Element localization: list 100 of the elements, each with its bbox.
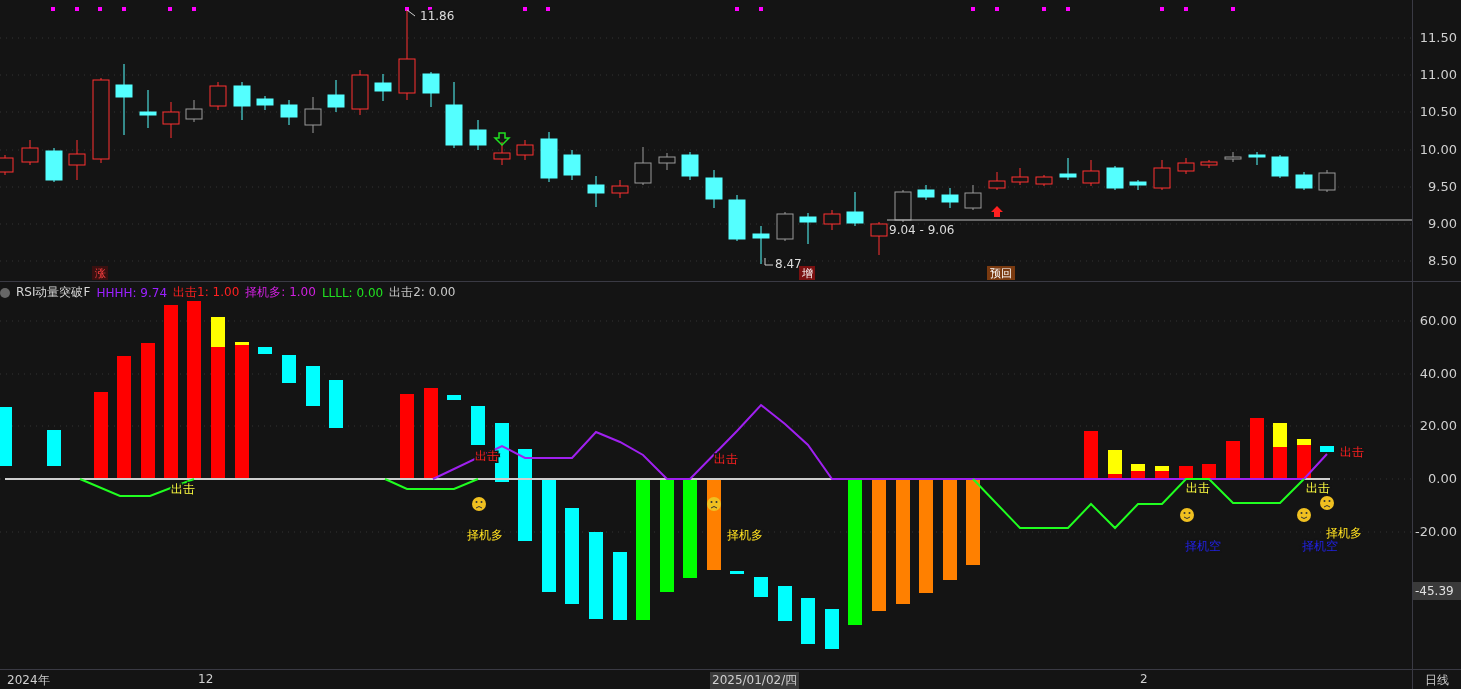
axis-label: -20.00 bbox=[1415, 524, 1457, 539]
candle bbox=[658, 152, 676, 171]
indicator-bar bbox=[1084, 431, 1098, 479]
collapse-icon[interactable] bbox=[0, 287, 10, 298]
legend-value: LLLL: 0.00 bbox=[321, 285, 384, 300]
candle bbox=[162, 101, 180, 139]
date-label: 2024年 bbox=[6, 672, 51, 689]
indicator-title: RSI动量突破F bbox=[16, 284, 91, 301]
axis-label: 40.00 bbox=[1419, 366, 1457, 381]
candle bbox=[563, 149, 581, 181]
indicator-bar bbox=[1273, 423, 1287, 479]
signal-label: 择机多 bbox=[467, 528, 503, 542]
signal-tag: 增 bbox=[799, 266, 815, 280]
axis-label: 11.00 bbox=[1419, 67, 1457, 82]
legend-value: 出击2: 0.00 bbox=[389, 284, 456, 301]
candle bbox=[681, 151, 699, 181]
candle bbox=[917, 184, 935, 201]
candle bbox=[1224, 151, 1242, 163]
frown-icon bbox=[472, 497, 486, 511]
indicator-bar bbox=[471, 406, 485, 445]
indicator-bar bbox=[306, 366, 320, 406]
indicator-bar bbox=[447, 395, 461, 400]
candle bbox=[752, 225, 770, 265]
candle bbox=[988, 171, 1006, 191]
candle bbox=[728, 194, 746, 242]
indicator-bar bbox=[0, 407, 12, 466]
candle bbox=[374, 73, 392, 102]
date-label: 2 bbox=[1139, 672, 1149, 686]
indicator-bar bbox=[825, 609, 839, 649]
signal-label: 出击 bbox=[714, 452, 738, 466]
candle bbox=[1295, 171, 1313, 191]
legend-value: 择机多: 1.00 bbox=[245, 284, 316, 301]
indicator-bar bbox=[801, 598, 815, 644]
signal-tag: 预回 bbox=[987, 266, 1015, 280]
candle bbox=[587, 175, 605, 208]
signal-label: 出击 bbox=[1306, 481, 1330, 495]
indicator-bar bbox=[1226, 441, 1240, 479]
signal-label: 出击 bbox=[1186, 481, 1210, 495]
axis-label: 9.50 bbox=[1428, 179, 1457, 194]
up-arrow-icon bbox=[991, 206, 1003, 217]
candle bbox=[1248, 151, 1266, 166]
candle bbox=[846, 191, 864, 227]
candle bbox=[209, 81, 227, 111]
indicator-bar bbox=[1297, 439, 1311, 479]
candle bbox=[1318, 169, 1336, 193]
axis-label: 20.00 bbox=[1419, 418, 1457, 433]
candle bbox=[45, 147, 63, 183]
signal-tag: 涨 bbox=[92, 266, 108, 280]
legend-value: HHHH: 9.74 bbox=[96, 285, 168, 300]
price-label: 8.47 bbox=[775, 257, 802, 271]
candle bbox=[1106, 165, 1124, 191]
signal-label: 择机多 bbox=[727, 528, 763, 542]
candle bbox=[304, 96, 322, 134]
current-value-label: -45.39 bbox=[1413, 582, 1461, 600]
smile-icon bbox=[1297, 508, 1311, 522]
signal-label: 择机空 bbox=[1185, 539, 1221, 553]
candle bbox=[1011, 167, 1029, 186]
axis-label: 11.50 bbox=[1419, 30, 1457, 45]
indicator-bar bbox=[1108, 450, 1122, 479]
indicator-bar bbox=[613, 552, 627, 620]
indicator-bar bbox=[258, 347, 272, 354]
candle bbox=[1200, 159, 1218, 169]
candle bbox=[445, 81, 463, 149]
frown-icon bbox=[707, 497, 721, 511]
axis-label: 60.00 bbox=[1419, 313, 1457, 328]
candle bbox=[1177, 157, 1195, 175]
candle bbox=[540, 131, 558, 183]
legend-value: 出击1: 1.00 bbox=[173, 284, 240, 301]
candle bbox=[256, 95, 274, 111]
candle bbox=[894, 189, 912, 223]
signal-label: 出击 bbox=[171, 482, 195, 496]
candle bbox=[185, 99, 203, 123]
axis-label: 10.50 bbox=[1419, 104, 1457, 119]
candle bbox=[68, 139, 86, 181]
candle bbox=[139, 89, 157, 129]
candle bbox=[1059, 157, 1077, 181]
candle bbox=[870, 221, 888, 256]
date-label: 2025/01/02/四 bbox=[710, 672, 800, 689]
price-label: 9.04 - 9.06 bbox=[889, 223, 955, 237]
indicator-bar bbox=[329, 380, 343, 428]
candle bbox=[21, 139, 39, 166]
smile-icon bbox=[1180, 508, 1194, 522]
candle bbox=[516, 139, 534, 161]
candle bbox=[1082, 159, 1100, 187]
indicator-bar bbox=[1250, 418, 1264, 479]
frown-icon bbox=[1320, 496, 1334, 510]
down-arrow-icon bbox=[493, 132, 511, 147]
candle bbox=[941, 187, 959, 209]
period-label[interactable]: 日线 bbox=[1412, 670, 1461, 689]
indicator-bar bbox=[1320, 446, 1334, 452]
axis-label: 9.00 bbox=[1428, 216, 1457, 231]
price-label: 11.86 bbox=[420, 9, 455, 23]
signal-label: 出击 bbox=[1340, 445, 1364, 459]
indicator-bar bbox=[47, 430, 61, 466]
candle bbox=[327, 79, 345, 113]
candle bbox=[1271, 154, 1289, 179]
indicator-bar bbox=[282, 355, 296, 383]
candle bbox=[1153, 159, 1171, 191]
axis-label: 8.50 bbox=[1428, 253, 1457, 268]
candle bbox=[351, 69, 369, 116]
